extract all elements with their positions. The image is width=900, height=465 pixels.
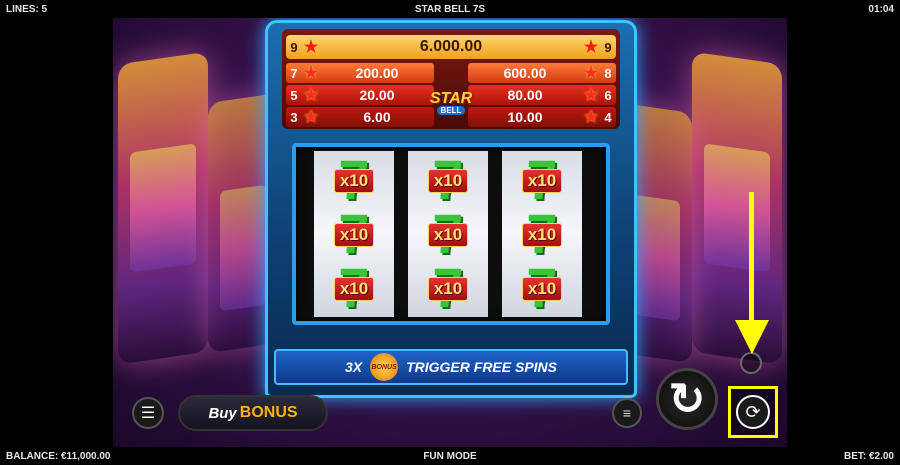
spin-arrow-icon: ↻ [668, 374, 706, 424]
quick-spin-button[interactable] [740, 352, 762, 374]
trigger-count: 3X [344, 359, 363, 375]
reel-symbol: 7x10 [508, 152, 576, 208]
lines-label: LINES: 5 [6, 3, 48, 15]
reel-symbol: 7x10 [414, 206, 482, 262]
multiplier-label: x10 [333, 277, 375, 301]
trigger-text: TRIGGER FREE SPINS [406, 359, 558, 375]
paytable: 9 ★ 6.000.00 ★ 9 7 ★ 200.00 5 ★ 20.00 3 … [282, 29, 620, 129]
reel-symbol: 7x10 [414, 152, 482, 208]
multiplier-label: x10 [521, 169, 563, 193]
paytable-count: 5 [290, 87, 298, 103]
star-icon: ★ [303, 39, 319, 56]
reel-symbol: 7x10 [508, 206, 576, 262]
multiplier-label: x10 [333, 169, 375, 193]
star-icon: ★ [583, 39, 599, 56]
reel-symbol: 7x10 [414, 260, 482, 316]
top-bar: LINES: 5 STAR BELL 7S 01:04 [0, 0, 900, 18]
paytable-value: 6.000.00 [419, 38, 483, 55]
buy-bonus-label-b: BONUS [239, 404, 298, 421]
highlight-arrow-head-icon [735, 320, 769, 354]
logo-title: STAR [429, 89, 473, 107]
coin-stack-icon: ≡ [622, 405, 632, 421]
slot-cabinet: 9 ★ 6.000.00 ★ 9 7 ★ 200.00 5 ★ 20.00 3 … [265, 20, 637, 398]
star-icon: ★ [303, 87, 319, 104]
reel-symbol: 7x10 [320, 152, 388, 208]
autoplay-icon: ⟳ [745, 401, 761, 422]
bet-label: BET: €2.00 [843, 450, 894, 462]
autoplay-button[interactable]: ⟳ [736, 395, 770, 429]
highlight-arrow-icon [749, 192, 754, 322]
free-spins-banner: 3X BONUS TRIGGER FREE SPINS [274, 349, 628, 385]
star-icon: ★ [583, 87, 599, 104]
mode-label: FUN MODE [423, 450, 477, 462]
spin-button[interactable]: ↻ [656, 368, 718, 430]
paytable-count: 9 [290, 39, 298, 55]
reel-column: 7x107x107x10 [502, 151, 582, 317]
background-slot-machine [118, 51, 208, 365]
menu-button[interactable]: ☰ [132, 397, 164, 429]
hamburger-icon: ☰ [140, 405, 156, 422]
reel-column: 7x107x107x10 [408, 151, 488, 317]
paytable-count: 4 [604, 109, 612, 125]
buy-bonus-button[interactable]: Buy BONUS [178, 395, 328, 431]
bottom-bar: BALANCE: €11,000.00 FUN MODE BET: €2.00 [0, 447, 900, 465]
paytable-count: 9 [604, 39, 612, 55]
star-icon: ★ [583, 65, 599, 82]
reel-column: 7x107x107x10 [314, 151, 394, 317]
reel-symbol: 7x10 [320, 206, 388, 262]
multiplier-label: x10 [521, 277, 563, 301]
balance-label: BALANCE: €11,000.00 [6, 450, 111, 462]
clock: 01:04 [868, 3, 894, 15]
background-slot-machine [692, 51, 782, 365]
buy-bonus-label-a: Buy [208, 404, 237, 422]
multiplier-label: x10 [427, 169, 469, 193]
paytable-count: 8 [604, 65, 612, 81]
multiplier-label: x10 [333, 223, 375, 247]
logo-subtitle: BELL [436, 105, 466, 115]
stake-button[interactable]: ≡ [612, 398, 642, 428]
paytable-count: 7 [290, 65, 298, 81]
game-logo: STAR BELL [404, 77, 498, 127]
autoplay-button-highlight[interactable]: ⟳ [728, 386, 778, 438]
multiplier-label: x10 [427, 277, 469, 301]
reels-frame: 7x107x107x107x107x107x107x107x107x10 [292, 143, 610, 325]
paytable-count: 6 [604, 87, 612, 103]
star-icon: ★ [583, 109, 599, 126]
star-icon: ★ [303, 109, 319, 126]
reel-symbol: 7x10 [320, 260, 388, 316]
star-icon: ★ [303, 65, 319, 82]
game-title: STAR BELL 7S [414, 3, 486, 15]
multiplier-label: x10 [521, 223, 563, 247]
multiplier-label: x10 [427, 223, 469, 247]
reel-symbol: 7x10 [508, 260, 576, 316]
bonus-badge-icon: BONUS [370, 353, 399, 381]
paytable-top-row: 9 ★ 6.000.00 ★ 9 [286, 35, 616, 59]
paytable-count: 3 [290, 109, 298, 125]
